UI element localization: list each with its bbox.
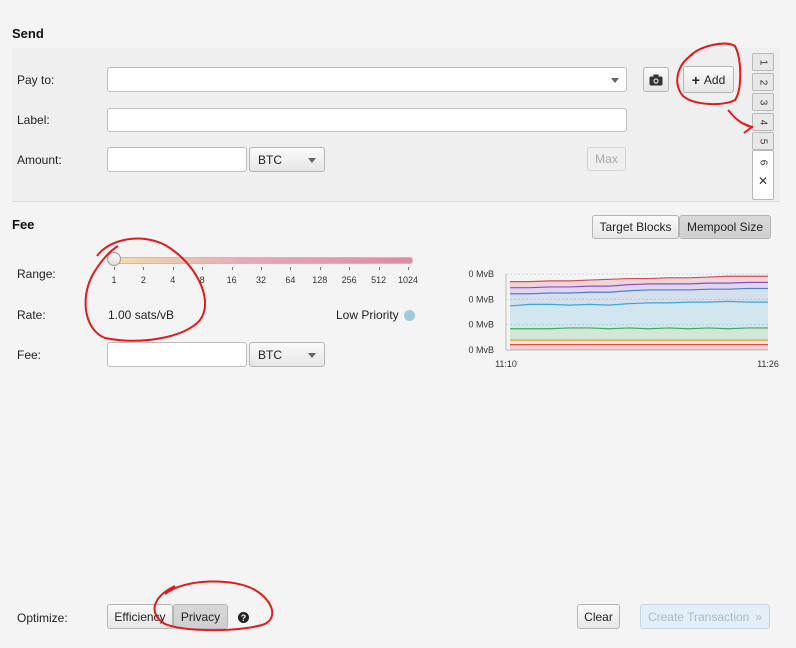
rate-value: 1.00 sats/vB [108,308,175,322]
create-transaction-button[interactable]: Create Transaction » [640,604,770,629]
amount-label: Amount: [17,153,62,167]
amount-unit-select[interactable]: BTC [249,147,325,172]
chart-y-tick-label: 0 MvB [468,294,494,304]
mempool-size-toggle[interactable]: Mempool Size [679,215,771,239]
chart-y-tick-label: 0 MvB [468,345,494,355]
mempool-chart: 0 MvB0 MvB0 MvB0 MvB11:10 11:26 [468,269,779,369]
fee-range-thumb[interactable] [107,252,121,266]
rate-label: Rate: [17,308,46,322]
range-tick-label: 4 [170,275,176,285]
label-label: Label: [17,113,50,127]
range-tick-label: 64 [285,275,296,285]
camera-icon [649,74,663,85]
range-tick-mark [408,267,409,270]
tab-5[interactable]: 5 [752,132,774,150]
camera-button[interactable] [643,67,669,92]
range-tick-label: 512 [371,275,387,285]
chart-area-band [510,327,768,341]
max-button[interactable]: Max [587,147,626,171]
tab-6[interactable]: 6 ✕ [752,150,774,200]
tab-4[interactable]: 4 [752,113,774,131]
fee-input[interactable] [107,342,247,367]
range-tick-label: 256 [341,275,357,285]
range-tick-mark [261,267,262,270]
label-input[interactable] [107,108,627,132]
chevron-down-icon [308,158,316,163]
chart-y-tick-label: 0 MvB [468,320,494,330]
priority-indicator-icon [404,310,415,321]
range-tick-label: 2 [140,275,146,285]
target-blocks-toggle[interactable]: Target Blocks [592,215,679,239]
close-icon[interactable]: ✕ [758,174,768,188]
add-button[interactable]: + Add [683,66,734,93]
priority-label: Low Priority [336,308,399,322]
range-tick-mark [349,267,351,270]
help-icon[interactable]: ? [238,612,249,623]
range-tick-mark [231,267,233,270]
chart-x-tick-label: 11:10 [495,359,517,369]
range-tick-label: 1024 [397,275,419,285]
range-label: Range: [17,267,56,281]
plus-icon: + [691,71,700,88]
max-label: Max [595,152,618,166]
efficiency-toggle[interactable]: Efficiency [107,604,173,629]
chart-y-tick-label: 0 MvB [468,269,494,279]
chart-x-tick-label: 11:26 [757,359,779,369]
pay-to-field[interactable] [107,67,627,92]
amount-unit: BTC [258,152,282,167]
range-tick-mark [378,267,380,270]
fee-title: Fee [12,217,35,232]
chart-area-band [510,340,768,345]
chevron-down-icon [308,353,316,358]
amount-input[interactable] [107,147,247,172]
fee-range-track[interactable] [109,257,413,264]
fee-unit-select[interactable]: BTC [249,342,325,367]
clear-button[interactable]: Clear [577,604,620,629]
fee-label: Fee: [17,348,42,362]
double-chevron-right-icon: » [755,609,763,624]
chart-area-band [510,301,768,329]
optimize-label: Optimize: [17,611,68,625]
range-tick-label: 32 [255,275,266,285]
range-tick-mark [202,267,204,270]
range-tick-mark [143,267,145,270]
add-label: Add [703,72,726,87]
dropdown-arrow-icon[interactable] [611,78,619,83]
tab-3[interactable]: 3 [752,93,774,111]
range-tick-mark [290,267,292,270]
pay-to-label: Pay to: [17,73,55,87]
range-tick-mark [114,267,115,270]
range-tick-mark [319,267,321,270]
range-tick-label: 128 [312,275,328,285]
range-tick-label: 8 [199,275,205,285]
tab-1[interactable]: 1 [752,53,774,71]
privacy-toggle[interactable]: Privacy [173,604,228,629]
fee-unit: BTC [258,347,282,362]
range-tick-label: 1 [111,275,117,285]
range-tick-label: 16 [226,275,237,285]
tab-2[interactable]: 2 [752,73,774,91]
chart-area-band [510,344,768,350]
send-title: Send [12,26,44,41]
range-tick-mark [172,267,174,270]
